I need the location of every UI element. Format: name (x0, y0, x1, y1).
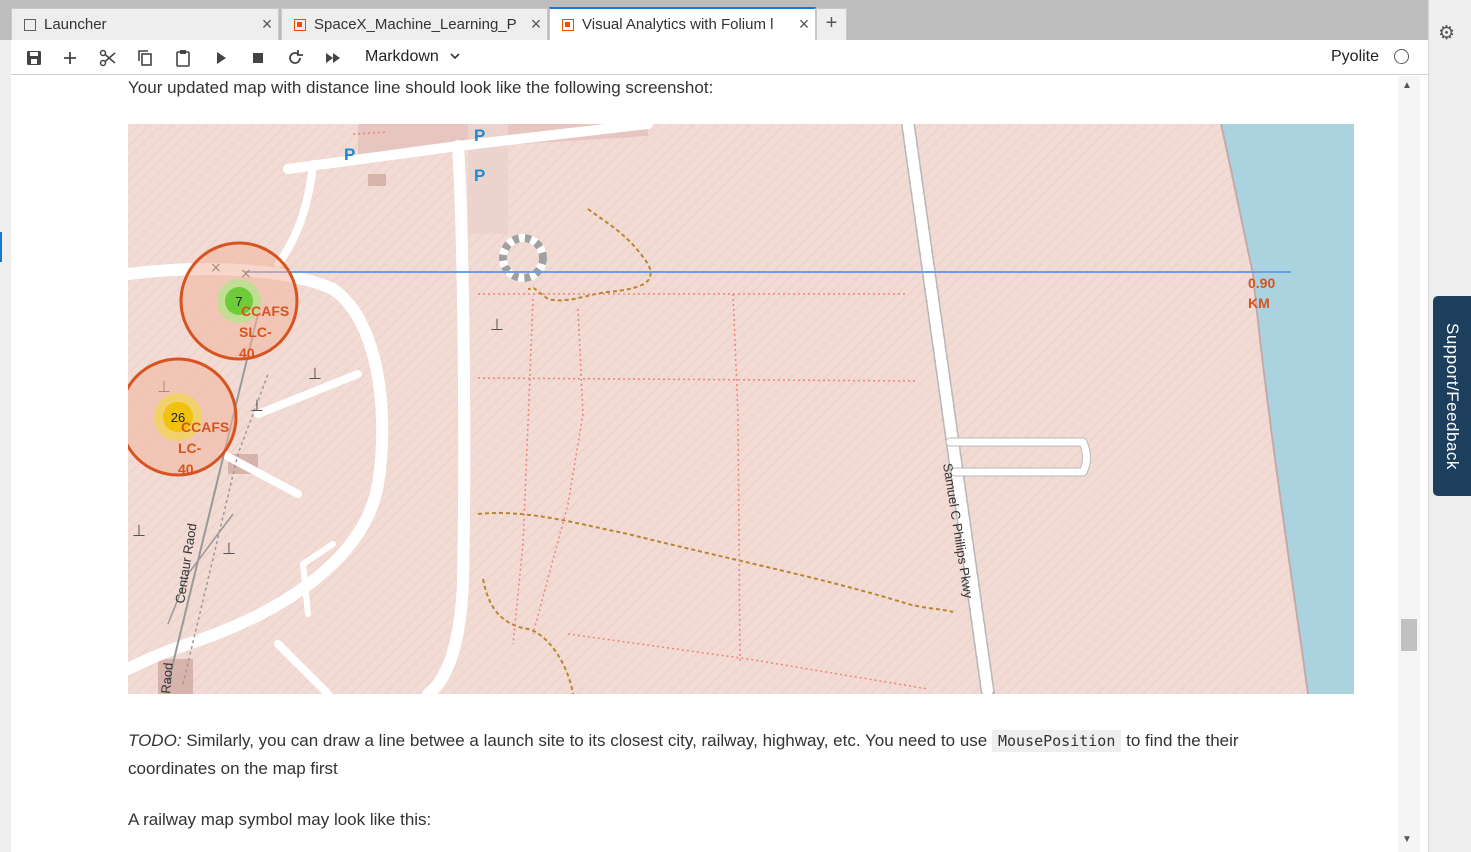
launcher-icon (24, 18, 36, 31)
todo-prefix: TODO: (128, 731, 182, 750)
todo-line-2: coordinates on the map first (128, 759, 338, 778)
tab-launcher[interactable]: Launcher × (11, 8, 279, 40)
map-land (128, 124, 1354, 694)
tab-label: Launcher (44, 16, 107, 33)
copy-icon[interactable] (135, 48, 155, 68)
support-feedback-button[interactable]: Support/Feedback (1433, 296, 1471, 496)
new-tab-button[interactable]: + (816, 8, 847, 40)
chevron-down-icon (450, 53, 460, 60)
site-label: 40 (178, 461, 194, 477)
tower-icon: ⊥ (132, 521, 146, 540)
map-screenshot: P P P ⊥ ⊥ ⊥ ⊥ ⊥ ⊥ × × 0.90 KM 7 CCAFS SL… (128, 124, 1354, 694)
active-cell-marker (0, 232, 2, 262)
fast-forward-icon[interactable] (323, 48, 343, 68)
mouseposition-code: MousePosition (991, 730, 1122, 752)
parking-icon: P (474, 126, 485, 145)
railway-text: A railway map symbol may look like this: (128, 810, 432, 829)
cut-icon[interactable] (98, 48, 118, 68)
left-sidebar (0, 40, 11, 852)
marker-cluster-slc40[interactable]: 7 CCAFS SLC- 40 (179, 241, 299, 361)
tab-spacex-ml[interactable]: SpaceX_Machine_Learning_P × (281, 8, 548, 40)
tab-label: Visual Analytics with Folium l (582, 16, 774, 33)
tab-label: SpaceX_Machine_Learning_P (314, 16, 517, 33)
road-label: Raod (158, 662, 176, 694)
cell-type-value: Markdown (365, 48, 439, 65)
tower-icon: ⊥ (222, 539, 236, 558)
stop-icon[interactable] (248, 48, 268, 68)
site-label: SLC- (239, 324, 272, 340)
notebook-toolbar (11, 40, 1428, 75)
paste-icon[interactable] (173, 48, 193, 68)
site-label: CCAFS (181, 419, 229, 435)
tower-icon: ⊥ (250, 396, 264, 415)
close-icon[interactable]: × (256, 14, 278, 35)
distance-value: 0.90 (1248, 275, 1275, 291)
close-icon[interactable]: × (793, 14, 815, 35)
scroll-down-icon[interactable]: ▼ (1402, 834, 1412, 845)
property-inspector-gear-icon[interactable]: ⚙ (1438, 22, 1462, 46)
parking-icon: P (344, 145, 355, 164)
notebook-content: Your updated map with distance line shou… (11, 76, 1398, 852)
distance-unit: KM (1248, 295, 1270, 311)
close-icon[interactable]: × (525, 14, 547, 35)
save-icon[interactable] (24, 48, 44, 68)
intro-text: Your updated map with distance line shou… (128, 78, 714, 97)
cell-type-select[interactable]: Markdown (365, 48, 461, 66)
notebook-icon (294, 18, 306, 31)
todo-suffix: to find the their (1121, 731, 1239, 750)
parking-icon: P (474, 166, 485, 185)
tower-icon: ⊥ (490, 315, 504, 334)
vertical-scrollbar[interactable] (1398, 76, 1420, 852)
notebook-icon (562, 18, 574, 31)
todo-paragraph: TODO: Similarly, you can draw a line bet… (128, 727, 1239, 755)
site-label: LC- (178, 440, 202, 456)
todo-text: Similarly, you can draw a line betwee a … (181, 731, 992, 750)
kernel-name[interactable]: Pyolite (1331, 48, 1379, 66)
scrollbar-thumb[interactable] (1401, 619, 1417, 651)
scroll-up-icon[interactable]: ▲ (1402, 80, 1412, 91)
site-label: CCAFS (241, 303, 289, 319)
add-cell-icon[interactable] (60, 48, 80, 68)
restart-icon[interactable] (285, 48, 305, 68)
tower-icon: ⊥ (308, 364, 322, 383)
kernel-status-idle-icon (1394, 49, 1409, 64)
site-label: 40 (239, 345, 255, 361)
marker-cluster-lc40[interactable]: 26 CCAFS LC- 40 (128, 357, 238, 477)
support-feedback-label: Support/Feedback (1443, 322, 1462, 470)
tab-visual-analytics[interactable]: Visual Analytics with Folium l × (549, 7, 816, 40)
run-icon[interactable] (211, 48, 231, 68)
